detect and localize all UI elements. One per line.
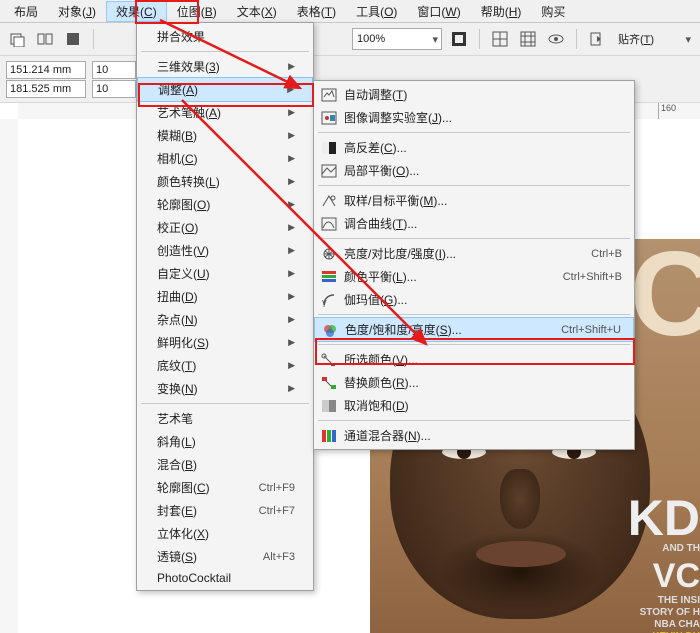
toolbar-sep	[576, 29, 577, 49]
menu-item[interactable]: PhotoCocktail	[137, 568, 313, 588]
tool-btn-1[interactable]	[6, 28, 28, 50]
item-icon	[320, 87, 338, 103]
mag-vc: VC	[653, 557, 700, 596]
item-icon	[320, 398, 338, 414]
item-icon	[320, 246, 338, 262]
submenu-item[interactable]: γ伽玛值(G)...	[314, 288, 634, 311]
coord-box: 151.214 mm 181.525 mm	[6, 61, 86, 98]
tool-btn-3[interactable]	[62, 28, 84, 50]
submenu-item[interactable]: 局部平衡(O)...	[314, 159, 634, 182]
submenu-item[interactable]: 取消饱和(D)	[314, 394, 634, 417]
mag-kd: KD	[628, 489, 700, 547]
menu-item[interactable]: 调整(A)▶	[137, 77, 313, 102]
menu-item[interactable]: 模糊(B)▶	[137, 124, 313, 147]
grid-icon[interactable]	[489, 28, 511, 50]
submenu-sep	[318, 185, 630, 186]
eye-icon[interactable]	[545, 28, 567, 50]
effects-menu: 拼合效果三维效果(3)▶调整(A)▶艺术笔触(A)▶模糊(B)▶相机(C)▶颜色…	[136, 22, 314, 591]
menu-item[interactable]: 透镜(S)Alt+F3	[137, 545, 313, 568]
menu-item[interactable]: 轮廓图(C)Ctrl+F9	[137, 476, 313, 499]
submenu-sep	[318, 344, 630, 345]
svg-text:γ: γ	[322, 297, 327, 307]
w-input[interactable]: 10	[92, 61, 136, 79]
menu-item[interactable]: 封套(E)Ctrl+F7	[137, 499, 313, 522]
submenu-item[interactable]: 替换颜色(R)...	[314, 371, 634, 394]
menu-item[interactable]: 创造性(V)▶	[137, 239, 313, 262]
menu-effects[interactable]: 效果(C)	[106, 1, 167, 22]
menu-item[interactable]: 变换(N)▶	[137, 377, 313, 400]
item-icon	[320, 193, 338, 209]
menu-item[interactable]: 鲜明化(S)▶	[137, 331, 313, 354]
item-icon	[320, 428, 338, 444]
menu-item[interactable]: 拼合效果	[137, 25, 313, 48]
submenu-item[interactable]: 色度/饱和度/亮度(S)...Ctrl+Shift+U	[314, 317, 634, 342]
item-icon	[320, 163, 338, 179]
menu-text[interactable]: 文本(X)	[227, 1, 287, 22]
submenu-sep	[318, 420, 630, 421]
menu-item[interactable]: 底纹(T)▶	[137, 354, 313, 377]
item-icon: γ	[320, 292, 338, 308]
menu-item[interactable]: 颜色转换(L)▶	[137, 170, 313, 193]
toolbar-sep	[479, 29, 480, 49]
submenu-item[interactable]: 通道混合器(N)...	[314, 424, 634, 447]
menu-item[interactable]: 相机(C)▶	[137, 147, 313, 170]
item-icon	[321, 322, 339, 338]
grid2-icon[interactable]	[517, 28, 539, 50]
menu-item[interactable]: 立体化(X)	[137, 522, 313, 545]
submenu-item[interactable]: 调合曲线(T)...	[314, 212, 634, 235]
toolbar-sep	[93, 29, 94, 49]
adjust-submenu: 自动调整(T)图像调整实验室(J)... 高反差(C)...局部平衡(O)... 取…	[313, 80, 635, 450]
menu-item[interactable]: 混合(B)	[137, 453, 313, 476]
submenu-item[interactable]: 图像调整实验室(J)...	[314, 106, 634, 129]
menu-item[interactable]: 斜角(L)	[137, 430, 313, 453]
ruler-tick: 160	[658, 103, 676, 119]
menu-layout[interactable]: 布局	[4, 1, 48, 22]
submenu-sep	[318, 238, 630, 239]
submenu-item[interactable]: 亮度/对比度/强度(I)...Ctrl+B	[314, 242, 634, 265]
menu-window[interactable]: 窗口(W)	[407, 1, 470, 22]
item-icon	[320, 352, 338, 368]
menu-item[interactable]: 艺术笔触(A)▶	[137, 101, 313, 124]
submenu-item[interactable]: 自动调整(T)	[314, 83, 634, 106]
item-icon	[320, 140, 338, 156]
menu-tools[interactable]: 工具(O)	[346, 1, 407, 22]
menu-item[interactable]: 艺术笔	[137, 407, 313, 430]
submenu-item[interactable]: 所选颜色(V)...	[314, 348, 634, 371]
submenu-item[interactable]: 颜色平衡(L)...Ctrl+Shift+B	[314, 265, 634, 288]
fullscreen-icon[interactable]	[448, 28, 470, 50]
submenu-sep	[318, 132, 630, 133]
snap-dropdown[interactable]: 贴齐(T)	[614, 29, 694, 49]
export-icon[interactable]	[586, 28, 608, 50]
menu-object[interactable]: 对象(J)	[48, 1, 106, 22]
submenu-sep	[318, 314, 630, 315]
menu-item[interactable]: 轮廓图(O)▶	[137, 193, 313, 216]
menu-item[interactable]: 扭曲(D)▶	[137, 285, 313, 308]
menu-item[interactable]: 三维效果(3)▶	[137, 55, 313, 78]
zoom-select[interactable]: 100%	[352, 28, 442, 50]
menu-item[interactable]: 校正(O)▶	[137, 216, 313, 239]
menu-help[interactable]: 帮助(H)	[471, 1, 532, 22]
item-icon	[320, 375, 338, 391]
menu-sep	[141, 403, 309, 404]
item-icon	[320, 110, 338, 126]
menu-sep	[141, 51, 309, 52]
menu-buy[interactable]: 购买	[531, 1, 575, 22]
h-input[interactable]: 10	[92, 80, 136, 98]
x-input[interactable]: 151.214 mm	[6, 61, 86, 79]
menubar: 布局 对象(J) 效果(C) 位图(B) 文本(X) 表格(T) 工具(O) 窗…	[0, 0, 700, 23]
menu-item[interactable]: 杂点(N)▶	[137, 308, 313, 331]
tool-btn-2[interactable]	[34, 28, 56, 50]
item-icon	[320, 216, 338, 232]
menu-table[interactable]: 表格(T)	[287, 1, 346, 22]
item-icon	[320, 269, 338, 285]
y-input[interactable]: 181.525 mm	[6, 80, 86, 98]
main-toolbar: 100% 贴齐(T)	[0, 23, 700, 56]
menu-bitmap[interactable]: 位图(B)	[167, 1, 227, 22]
menu-item[interactable]: 自定义(U)▶	[137, 262, 313, 285]
submenu-item[interactable]: 取样/目标平衡(M)...	[314, 189, 634, 212]
ruler-vertical	[0, 119, 19, 633]
size-box: 10 10	[92, 61, 136, 98]
submenu-item[interactable]: 高反差(C)...	[314, 136, 634, 159]
